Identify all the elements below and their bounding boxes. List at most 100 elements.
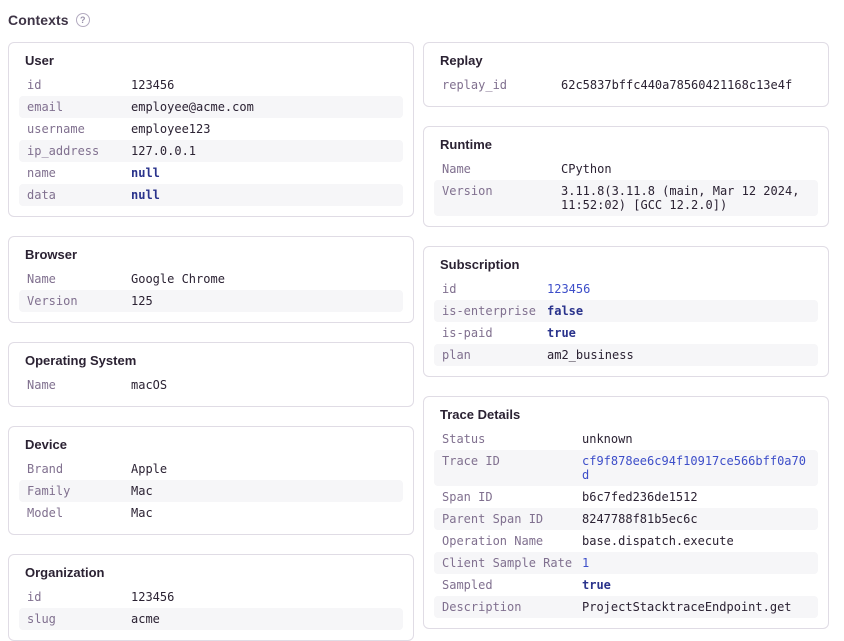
context-card-runtime: Runtime Name CPython Version 3.11.8(3.11… [423,126,829,227]
card-rows: Brand Apple Family Mac Model Mac [19,458,403,524]
context-row: id 123456 [434,278,818,300]
card-title: Subscription [440,257,818,272]
context-row: email employee@acme.com [19,96,403,118]
row-value: Google Chrome [131,272,395,286]
row-value: acme [131,612,395,626]
context-row: Name CPython [434,158,818,180]
context-row: Span ID b6c7fed236de1512 [434,486,818,508]
row-value: 127.0.0.1 [131,144,395,158]
row-value: Mac [131,484,395,498]
row-key: plan [442,348,547,362]
card-rows: Name Google Chrome Version 125 [19,268,403,312]
context-row: replay_id 62c5837bffc440a78560421168c13e… [434,74,818,96]
row-key: Family [27,484,131,498]
row-value: 125 [131,294,395,308]
row-value: ProjectStacktraceEndpoint.get [582,600,810,614]
card-title: Runtime [440,137,818,152]
row-value: Apple [131,462,395,476]
row-value: am2_business [547,348,810,362]
row-key: Span ID [442,490,582,504]
row-value: employee123 [131,122,395,136]
contexts-grid: User id 123456 email employee@acme.com u… [8,42,829,641]
row-value: macOS [131,378,395,392]
context-row: Status unknown [434,428,818,450]
row-key: Parent Span ID [442,512,582,526]
row-key: Version [442,184,561,212]
row-key: replay_id [442,78,561,92]
context-row: Name macOS [19,374,403,396]
context-row: Brand Apple [19,458,403,480]
row-value: Mac [131,506,395,520]
context-row: Version 125 [19,290,403,312]
card-title: Browser [25,247,403,262]
row-key: Model [27,506,131,520]
context-card-operating-system: Operating System Name macOS [8,342,414,407]
row-key: slug [27,612,131,626]
context-row: Parent Span ID 8247788f81b5ec6c [434,508,818,530]
row-value: true [582,578,810,592]
row-key: Version [27,294,131,308]
context-row: is-enterprise false [434,300,818,322]
context-row: is-paid true [434,322,818,344]
card-rows: Status unknown Trace ID cf9f878ee6c94f10… [434,428,818,618]
card-title: Device [25,437,403,452]
row-value: null [131,166,395,180]
row-value: unknown [582,432,810,446]
row-value: 8247788f81b5ec6c [582,512,810,526]
context-row: Model Mac [19,502,403,524]
row-key: is-paid [442,326,547,340]
context-card-device: Device Brand Apple Family Mac Model Mac [8,426,414,535]
row-key: ip_address [27,144,131,158]
row-key: Brand [27,462,131,476]
context-row: id 123456 [19,74,403,96]
row-value: base.dispatch.execute [582,534,810,548]
row-value: CPython [561,162,810,176]
context-row: Trace ID cf9f878ee6c94f10917ce566bff0a70… [434,450,818,486]
context-row: plan am2_business [434,344,818,366]
row-value: false [547,304,810,318]
card-rows: id 123456 slug acme [19,586,403,630]
context-row: Name Google Chrome [19,268,403,290]
card-title: Replay [440,53,818,68]
row-key: is-enterprise [442,304,547,318]
row-key: Trace ID [442,454,582,482]
context-card-subscription: Subscription id 123456 is-enterprise fal… [423,246,829,377]
card-rows: Name macOS [19,374,403,396]
page-title: Contexts [8,12,69,28]
card-title: User [25,53,403,68]
context-row: Family Mac [19,480,403,502]
context-row: slug acme [19,608,403,630]
card-title: Trace Details [440,407,818,422]
context-card-trace-details: Trace Details Status unknown Trace ID cf… [423,396,829,629]
right-column: Replay replay_id 62c5837bffc440a78560421… [423,42,829,629]
row-key: email [27,100,131,114]
context-row: Client Sample Rate 1 [434,552,818,574]
row-value: 123456 [131,590,395,604]
row-value: 123456 [547,282,810,296]
row-value: 3.11.8(3.11.8 (main, Mar 12 2024, 11:52:… [561,184,810,212]
context-card-browser: Browser Name Google Chrome Version 125 [8,236,414,323]
card-title: Organization [25,565,403,580]
context-row: id 123456 [19,586,403,608]
card-rows: replay_id 62c5837bffc440a78560421168c13e… [434,74,818,96]
context-row: username employee123 [19,118,403,140]
trace-id-link[interactable]: cf9f878ee6c94f10917ce566bff0a70d [582,454,810,482]
row-value: b6c7fed236de1512 [582,490,810,504]
card-title: Operating System [25,353,403,368]
context-card-replay: Replay replay_id 62c5837bffc440a78560421… [423,42,829,107]
help-icon[interactable]: ? [76,13,90,27]
row-key: data [27,188,131,202]
context-row: data null [19,184,403,206]
card-rows: Name CPython Version 3.11.8(3.11.8 (main… [434,158,818,216]
context-row: ip_address 127.0.0.1 [19,140,403,162]
row-value: true [547,326,810,340]
row-value: 123456 [131,78,395,92]
context-card-organization: Organization id 123456 slug acme [8,554,414,641]
row-value: null [131,188,395,202]
context-row: Operation Name base.dispatch.execute [434,530,818,552]
context-row: Sampled true [434,574,818,596]
row-value: employee@acme.com [131,100,395,114]
row-value: 1 [582,556,810,570]
row-key: Operation Name [442,534,582,548]
row-key: Sampled [442,578,582,592]
